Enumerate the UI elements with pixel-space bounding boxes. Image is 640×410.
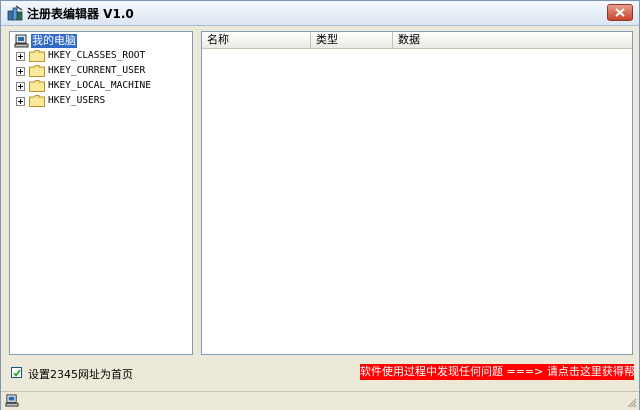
values-list[interactable]: 名称 类型 数据 [201,31,633,355]
column-header-type[interactable]: 类型 [311,32,393,48]
tree-item-label: HKEY_USERS [48,95,106,106]
expand-icon[interactable] [16,82,25,91]
tree-root[interactable]: 我的电脑 [12,34,172,48]
registry-tree[interactable]: 我的电脑 HKEY_CLASSES_ROOT HKEY_CURRENT_USER [9,31,193,355]
status-bar [1,391,639,410]
tree-item-hkey-classes-root[interactable]: HKEY_CLASSES_ROOT [10,49,190,63]
expand-icon[interactable] [16,67,25,76]
checkmark-icon [13,369,21,377]
column-header-name[interactable]: 名称 [202,32,311,48]
tree-item-label: HKEY_LOCAL_MACHINE [48,80,151,91]
tree-item-label: HKEY_CURRENT_USER [48,65,146,76]
list-column-headers: 名称 类型 数据 [202,32,632,49]
tree-root-label[interactable]: 我的电脑 [31,34,77,48]
folder-icon [29,65,45,77]
registry-app-icon [7,5,23,21]
homepage-checkbox-label[interactable]: 设置2345网址为首页 [28,366,133,382]
folder-icon [29,50,45,62]
folder-icon [29,80,45,92]
tree-item-hkey-current-user[interactable]: HKEY_CURRENT_USER [10,64,190,78]
window-title: 注册表编辑器 V1.0 [27,7,134,21]
homepage-checkbox[interactable] [11,367,22,378]
close-button[interactable] [607,4,633,21]
tree-item-label: HKEY_CLASSES_ROOT [48,50,146,61]
help-link[interactable]: 软件使用过程中发现任何问题 ===> 请点击这里获得帮助 [360,364,634,380]
tree-item-hkey-users[interactable]: HKEY_USERS [10,94,190,108]
folder-icon [29,95,45,107]
column-header-data[interactable]: 数据 [393,32,632,48]
close-icon [615,8,625,17]
computer-icon [5,394,19,407]
expand-icon[interactable] [16,52,25,61]
computer-icon [14,34,29,48]
tree-item-hkey-local-machine[interactable]: HKEY_LOCAL_MACHINE [10,79,190,93]
registry-editor-window: 注册表编辑器 V1.0 我的电脑 HKEY_CLASSES_ROOT HKEY_… [0,0,640,410]
title-bar[interactable]: 注册表编辑器 V1.0 [1,1,639,26]
resize-grip-icon[interactable] [627,398,637,408]
expand-icon[interactable] [16,97,25,106]
